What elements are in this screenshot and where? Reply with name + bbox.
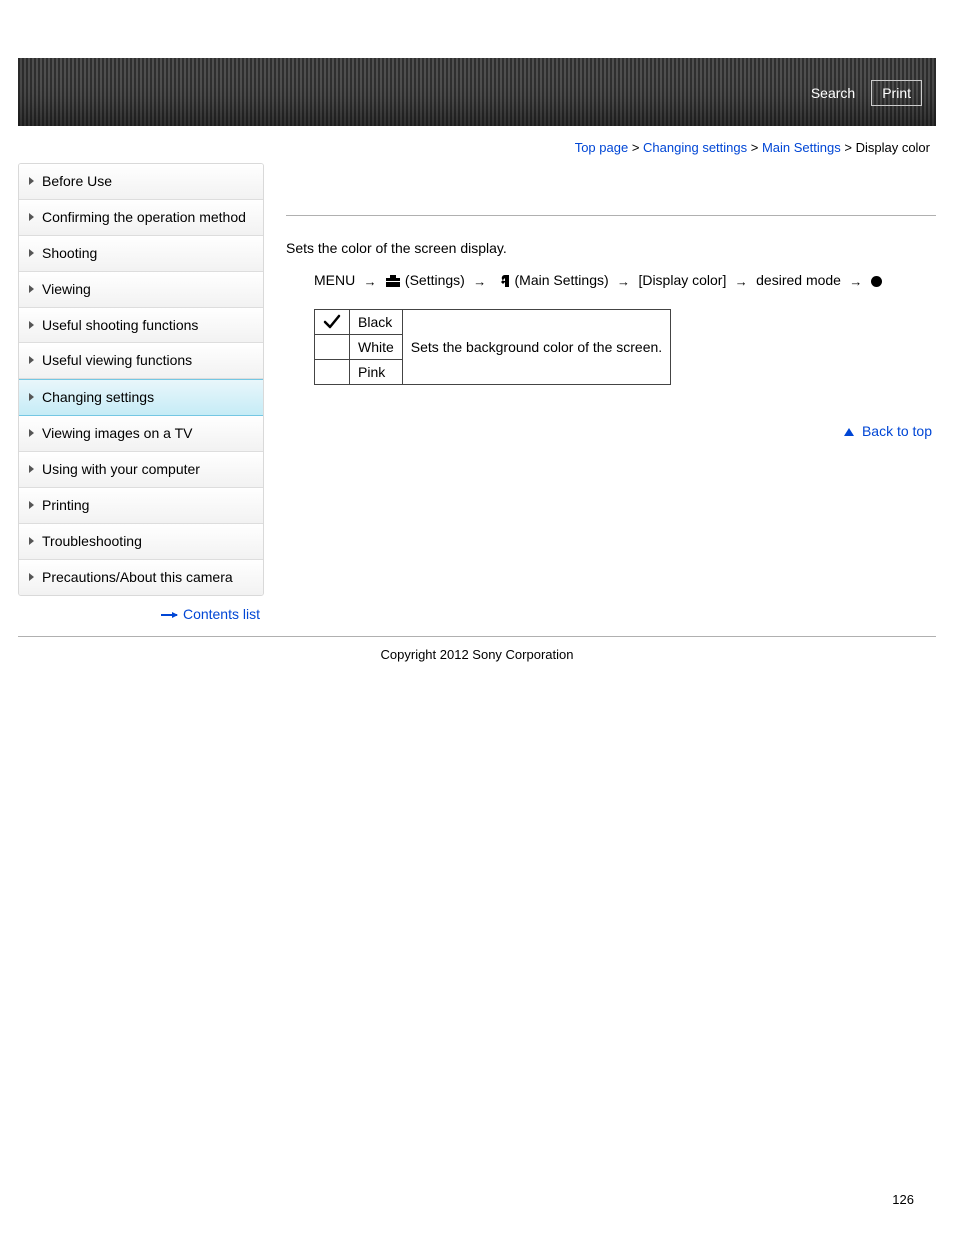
option-description: Sets the background color of the screen. — [402, 310, 670, 385]
sidebar-item-label: Troubleshooting — [42, 532, 142, 551]
check-cell — [315, 335, 350, 360]
check-cell — [315, 310, 350, 335]
caret-right-icon — [29, 465, 34, 473]
caret-right-icon — [29, 213, 34, 221]
sidebar-item-viewing[interactable]: Viewing — [19, 272, 263, 308]
dot-icon — [871, 276, 882, 287]
menu-path-settings: (Settings) — [405, 272, 465, 288]
options-table: Black Sets the background color of the s… — [314, 309, 671, 385]
sidebar-item-label: Precautions/About this camera — [42, 568, 233, 587]
sidebar-item-label: Printing — [42, 496, 89, 515]
option-name: Black — [350, 310, 403, 335]
contents-list-link[interactable]: Contents list — [183, 606, 260, 622]
table-row: Black Sets the background color of the s… — [315, 310, 671, 335]
breadcrumb-link[interactable]: Top page — [575, 140, 629, 155]
arrow-right-icon — [849, 272, 863, 292]
sidebar-item-label: Using with your computer — [42, 460, 200, 479]
sidebar-nav: Before Use Confirming the operation meth… — [18, 163, 264, 596]
sidebar-item-shooting[interactable]: Shooting — [19, 236, 263, 272]
breadcrumb-link[interactable]: Main Settings — [762, 140, 841, 155]
toolbox-icon — [385, 272, 405, 288]
caret-right-icon — [29, 537, 34, 545]
sidebar-item-useful-viewing[interactable]: Useful viewing functions — [19, 343, 263, 379]
page-number: 126 — [892, 1192, 914, 1207]
arrow-right-icon — [734, 272, 748, 292]
arrow-right-icon — [161, 614, 177, 616]
header-bar: Search Print — [18, 58, 936, 126]
caret-up-icon — [844, 428, 854, 436]
sidebar-item-label: Viewing images on a TV — [42, 424, 192, 443]
breadcrumb: Top page > Changing settings > Main Sett… — [18, 126, 936, 163]
sidebar-item-label: Useful viewing functions — [42, 351, 192, 370]
back-to-top-link[interactable]: Back to top — [862, 423, 932, 439]
menu-path-display-color: [Display color] — [638, 272, 726, 288]
horizontal-rule — [286, 215, 936, 216]
sidebar-item-computer[interactable]: Using with your computer — [19, 452, 263, 488]
breadcrumb-current: Display color — [856, 140, 930, 155]
breadcrumb-link[interactable]: Changing settings — [643, 140, 747, 155]
sidebar-item-viewing-tv[interactable]: Viewing images on a TV — [19, 416, 263, 452]
sidebar-item-label: Confirming the operation method — [42, 208, 246, 227]
menu-path-menu: MENU — [314, 272, 355, 288]
wrench-icon — [495, 272, 515, 288]
sidebar-item-changing-settings[interactable]: Changing settings — [19, 379, 263, 416]
sidebar-item-useful-shooting[interactable]: Useful shooting functions — [19, 308, 263, 344]
caret-right-icon — [29, 177, 34, 185]
caret-right-icon — [29, 573, 34, 581]
caret-right-icon — [29, 429, 34, 437]
search-button[interactable]: Search — [803, 81, 863, 105]
sidebar-item-confirming[interactable]: Confirming the operation method — [19, 200, 263, 236]
sidebar-item-printing[interactable]: Printing — [19, 488, 263, 524]
menu-path-desired-mode: desired mode — [756, 272, 841, 288]
sidebar-item-label: Viewing — [42, 280, 91, 299]
arrow-right-icon — [473, 272, 487, 292]
sidebar-item-label: Shooting — [42, 244, 97, 263]
caret-right-icon — [29, 501, 34, 509]
sidebar-item-label: Before Use — [42, 172, 112, 191]
caret-right-icon — [29, 393, 34, 401]
sidebar-item-troubleshooting[interactable]: Troubleshooting — [19, 524, 263, 560]
print-button[interactable]: Print — [871, 80, 922, 106]
intro-text: Sets the color of the screen display. — [286, 240, 936, 256]
sidebar-item-precautions[interactable]: Precautions/About this camera — [19, 560, 263, 595]
checkmark-icon — [323, 314, 341, 330]
option-name: Pink — [350, 360, 403, 385]
caret-right-icon — [29, 321, 34, 329]
caret-right-icon — [29, 356, 34, 364]
sidebar-item-before-use[interactable]: Before Use — [19, 164, 263, 200]
menu-path: MENU (Settings) (Main — [286, 270, 936, 309]
sidebar-item-label: Changing settings — [42, 388, 154, 407]
sidebar-item-label: Useful shooting functions — [42, 316, 198, 335]
main-content: Sets the color of the screen display. ME… — [286, 163, 936, 439]
caret-right-icon — [29, 285, 34, 293]
arrow-right-icon — [617, 272, 631, 292]
horizontal-rule — [18, 636, 936, 637]
copyright-text: Copyright 2012 Sony Corporation — [18, 643, 936, 682]
arrow-right-icon — [363, 272, 377, 292]
caret-right-icon — [29, 249, 34, 257]
check-cell — [315, 360, 350, 385]
option-name: White — [350, 335, 403, 360]
menu-path-main-settings: (Main Settings) — [515, 272, 609, 288]
